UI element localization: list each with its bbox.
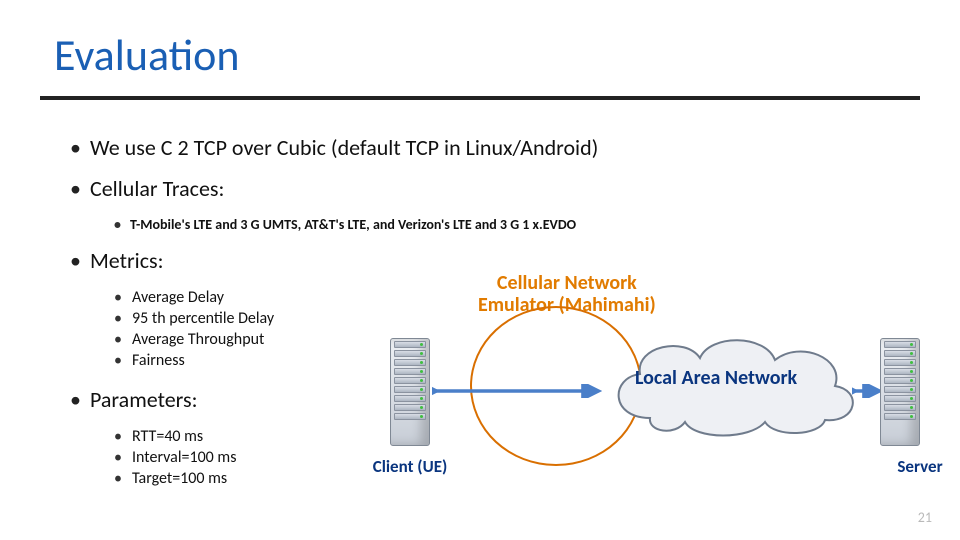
bullet-3-text: Metrics:: [90, 247, 164, 274]
bullet-dot-icon: •: [114, 427, 132, 446]
page-number: 21: [918, 509, 932, 526]
bullet-2-text: Cellular Traces:: [90, 175, 224, 202]
emulator-label-line1: Cellular Network: [478, 272, 656, 294]
server-rack-icon: [390, 338, 430, 446]
network-diagram: Cellular Network Emulator (Mahimahi) Loc…: [350, 298, 930, 508]
bullet-dot-icon: •: [114, 288, 132, 307]
bullet-3: •Metrics:: [70, 247, 920, 274]
bullet-dot-icon: •: [70, 247, 90, 274]
bullet-dot-icon: •: [114, 330, 132, 349]
bullet-dot-icon: •: [114, 351, 132, 370]
bullet-dot-icon: •: [114, 216, 130, 233]
bullet-2-sub-text: T-Mobile's LTE and 3 G UMTS, AT&T's LTE,…: [130, 216, 576, 233]
param-item: RTT=40 ms: [132, 427, 203, 446]
param-item: Interval=100 ms: [132, 448, 236, 467]
server-label: Server: [870, 456, 960, 477]
server-device: Server: [880, 338, 920, 453]
server-rack-icon: [880, 338, 920, 446]
client-label: Client (UE): [360, 456, 460, 477]
bullet-dot-icon: •: [114, 309, 132, 328]
slide-title: Evaluation: [54, 28, 239, 82]
lan-label: Local Area Network: [635, 366, 797, 390]
bullet-dot-icon: •: [70, 134, 90, 161]
bullet-2-sub: •T-Mobile's LTE and 3 G UMTS, AT&T's LTE…: [114, 216, 920, 233]
metric-item: Average Throughput: [132, 330, 264, 349]
metric-item: Average Delay: [132, 288, 224, 307]
bullet-dot-icon: •: [70, 175, 90, 202]
link-arrow-left: [432, 384, 602, 398]
bullet-2: •Cellular Traces:: [70, 175, 920, 202]
lan-cloud: Local Area Network: [600, 328, 860, 438]
metric-item: 95 th percentile Delay: [132, 309, 274, 328]
bullet-1: •We use C 2 TCP over Cubic (default TCP …: [70, 134, 920, 161]
bullet-dot-icon: •: [70, 386, 90, 413]
param-item: Target=100 ms: [132, 469, 227, 488]
client-device: Client (UE): [390, 338, 430, 453]
bullet-1-text: We use C 2 TCP over Cubic (default TCP i…: [90, 134, 598, 161]
metric-item: Fairness: [132, 351, 185, 370]
bullet-dot-icon: •: [114, 448, 132, 467]
bullet-4-text: Parameters:: [90, 386, 197, 413]
title-divider: [40, 96, 920, 100]
bullet-dot-icon: •: [114, 469, 132, 488]
